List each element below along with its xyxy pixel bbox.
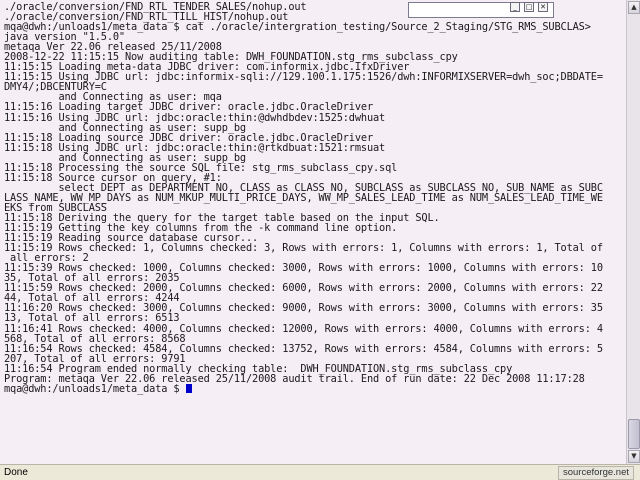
- terminal-output[interactable]: ./oracle/conversion/FND_RTL_TENDER_SALES…: [4, 2, 624, 394]
- status-bar: Done sourceforge.net: [0, 464, 640, 480]
- close-button[interactable]: ✕: [538, 2, 548, 12]
- site-label: sourceforge.net: [557, 466, 634, 480]
- terminal-window[interactable]: ./oracle/conversion/FND_RTL_TENDER_SALES…: [0, 0, 626, 464]
- terminal-line: mqa@dwh:/unloads1/meta_data $: [4, 384, 624, 394]
- minimize-button[interactable]: _: [510, 2, 520, 12]
- status-text: Done: [4, 467, 28, 478]
- maximize-button[interactable]: □: [524, 2, 534, 12]
- terminal-line: 11:15:19 Rows checked: 1, Columns checke…: [4, 243, 624, 253]
- terminal-line-text: mqa@dwh:/unloads1/meta_data $: [4, 382, 186, 395]
- text-cursor: [186, 383, 193, 393]
- terminal-line-text: 11:15:19 Rows checked: 1, Columns checke…: [4, 242, 603, 255]
- scroll-up-arrow-icon[interactable]: ▲: [628, 1, 640, 14]
- scrollbar-thumb[interactable]: [628, 419, 640, 449]
- vertical-scrollbar[interactable]: ▲ ▼: [626, 0, 640, 464]
- scroll-down-arrow-icon[interactable]: ▼: [628, 450, 640, 463]
